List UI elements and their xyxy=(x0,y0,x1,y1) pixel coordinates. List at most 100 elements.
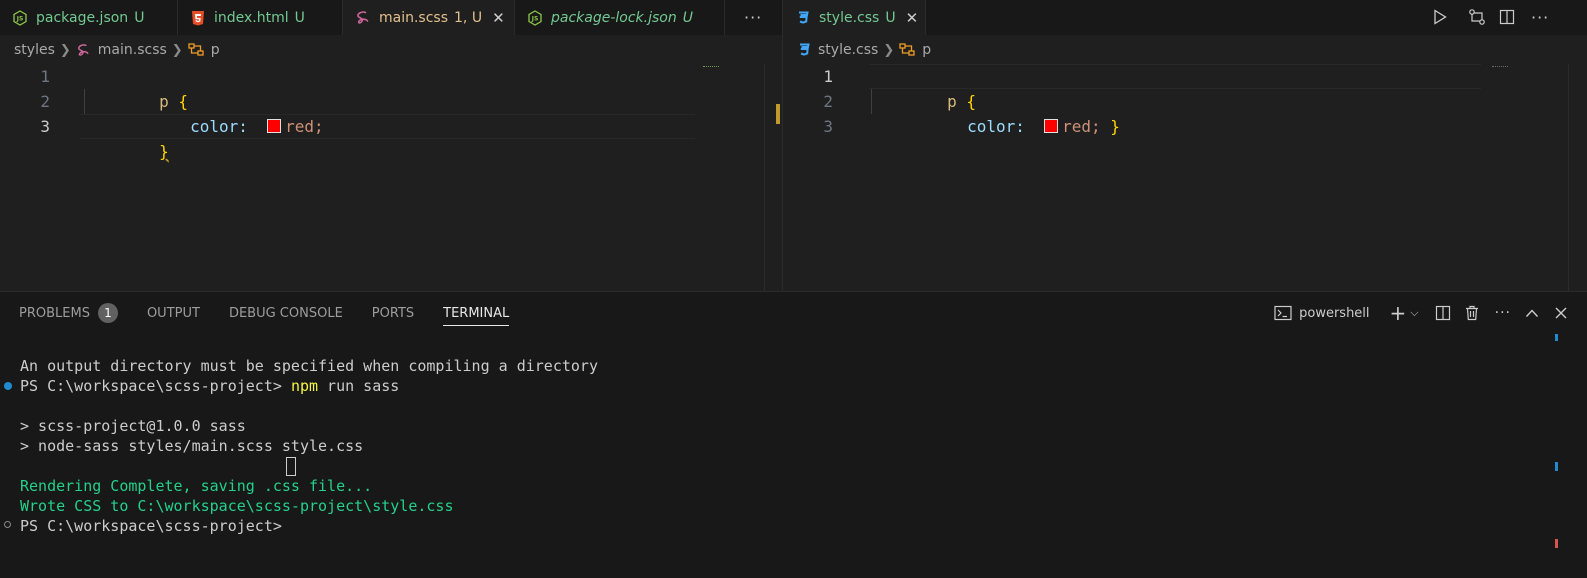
close-icon[interactable]: ✕ xyxy=(492,9,505,27)
editor-scrollbar-track[interactable] xyxy=(1568,64,1569,291)
terminal-line: > node-sass styles/main.scss style.css xyxy=(20,437,364,455)
maximize-panel-icon[interactable] xyxy=(1525,308,1539,318)
breadcrumb-folder[interactable]: styles xyxy=(14,42,55,58)
close-icon[interactable]: ✕ xyxy=(906,9,919,27)
terminal-line: Rendering Complete, saving .css file... xyxy=(20,477,373,495)
tab-style-css[interactable]: style.css U ✕ xyxy=(783,0,926,35)
tab-index-html[interactable]: index.html U xyxy=(178,0,343,35)
breadcrumb: style.css ❯ p xyxy=(783,38,931,62)
breadcrumb-file[interactable]: style.css xyxy=(818,42,878,58)
prompt: PS C:\workspace\scss-project> xyxy=(20,377,291,395)
overview-ruler-mark xyxy=(1555,334,1558,341)
more-actions-button[interactable]: ··· xyxy=(1531,0,1549,35)
tab-label: main.scss xyxy=(379,9,449,26)
tab-terminal[interactable]: TERMINAL xyxy=(443,292,510,334)
overview-ruler-warning xyxy=(776,104,780,124)
breadcrumb: styles ❯ main.scss ❯ p xyxy=(0,38,220,62)
code-editor[interactable]: 1 p { 2 color: red; } 3 xyxy=(783,64,1587,291)
command-name: npm xyxy=(290,377,319,395)
terminal-line: PS C:\workspace\scss-project> xyxy=(20,517,282,535)
git-status-badge: U xyxy=(134,9,145,26)
line-number: 1 xyxy=(823,67,833,86)
symbol-structure-icon xyxy=(188,43,204,57)
svg-text:JS: JS xyxy=(531,15,539,22)
terminal-cursor xyxy=(286,457,296,476)
tab-output[interactable]: OUTPUT xyxy=(147,292,200,334)
git-status-badge: U xyxy=(885,9,896,26)
tab-package-json[interactable]: JS package.json U xyxy=(0,0,178,35)
line-number: 3 xyxy=(40,117,50,136)
line-number: 3 xyxy=(823,117,833,136)
nodejs-icon: JS xyxy=(527,9,543,26)
terminal-shell-name: powershell xyxy=(1299,305,1370,321)
tab-label: OUTPUT xyxy=(146,305,200,321)
breadcrumb-symbol[interactable]: p xyxy=(211,42,220,58)
css3-icon xyxy=(797,42,811,58)
minimap[interactable] xyxy=(703,66,719,69)
command-success-decoration[interactable] xyxy=(4,382,12,390)
problems-count-badge: 1 xyxy=(97,303,118,323)
more-actions-icon[interactable]: ··· xyxy=(1495,305,1511,321)
line-number: 2 xyxy=(40,92,50,111)
tab-debug-console[interactable]: DEBUG CONSOLE xyxy=(229,292,343,334)
overview-ruler-mark xyxy=(1555,539,1558,548)
bottom-panel: PROBLEMS 1 OUTPUT DEBUG CONSOLE PORTS TE… xyxy=(0,291,1587,578)
tab-package-lock-json[interactable]: JS package-lock.json U xyxy=(515,0,725,35)
right-tab-bar: style.css U ✕ ··· xyxy=(783,0,1587,35)
nodejs-icon: JS xyxy=(12,9,28,26)
close-brace: } xyxy=(159,142,169,161)
code-line: 3 } xyxy=(0,114,782,161)
tab-label: package.json xyxy=(36,9,129,26)
tab-label: index.html xyxy=(214,9,289,26)
css3-icon xyxy=(795,10,811,26)
line-number: 2 xyxy=(823,92,833,111)
panel-actions: powershell + ⌵ ··· xyxy=(1274,292,1587,334)
command-pending-decoration[interactable] xyxy=(4,521,11,528)
tab-ports[interactable]: PORTS xyxy=(372,292,414,334)
left-tab-bar: JS package.json U index.html U main.scss… xyxy=(0,0,782,35)
line-number: 1 xyxy=(40,67,50,86)
html5-icon xyxy=(190,10,206,26)
git-status-badge: U xyxy=(294,9,305,26)
tab-label: TERMINAL xyxy=(443,305,510,321)
code-line: 2 color: red; } xyxy=(783,89,1587,136)
trash-icon[interactable] xyxy=(1465,305,1479,321)
chevron-right-icon: ❯ xyxy=(883,42,895,58)
chevron-right-icon: ❯ xyxy=(59,42,71,58)
code-line: 3 xyxy=(783,114,1587,139)
terminal-line: Wrote CSS to C:\workspace\scss-project\s… xyxy=(20,497,454,515)
terminal-line: > scss-project@1.0.0 sass xyxy=(20,417,246,435)
open-changes-icon[interactable] xyxy=(1468,8,1486,26)
split-terminal-icon[interactable] xyxy=(1435,305,1451,321)
chevron-right-icon: ❯ xyxy=(171,42,183,58)
tab-main-scss[interactable]: main.scss 1, U ✕ xyxy=(343,0,515,35)
editor-scrollbar-track[interactable] xyxy=(764,64,765,291)
code-line: 1 p { xyxy=(0,64,782,111)
split-editor-icon[interactable] xyxy=(1499,9,1515,25)
sass-icon xyxy=(355,10,371,26)
tab-label: package-lock.json xyxy=(551,9,677,26)
code-line: 1 p { xyxy=(783,64,1587,111)
run-icon[interactable] xyxy=(1433,9,1447,25)
close-panel-icon[interactable] xyxy=(1555,307,1567,319)
problem-git-badge: 1, U xyxy=(454,9,483,26)
panel-tab-bar: PROBLEMS 1 OUTPUT DEBUG CONSOLE PORTS TE… xyxy=(0,292,519,334)
more-actions-button[interactable]: ··· xyxy=(744,0,762,35)
left-editor-group: JS package.json U index.html U main.scss… xyxy=(0,0,782,291)
right-editor-group: style.css U ✕ ··· style.css ❯ p 1 p {2 … xyxy=(783,0,1587,291)
terminal-output[interactable]: An output directory must be specified wh… xyxy=(0,356,1560,576)
code-editor[interactable]: 1 p { 2 color: red; 3 } xyxy=(0,64,782,291)
svg-text:JS: JS xyxy=(16,15,24,22)
minimap[interactable] xyxy=(1492,66,1508,69)
add-terminal-icon[interactable]: + xyxy=(1390,301,1407,325)
terminal-line: An output directory must be specified wh… xyxy=(20,357,598,375)
sass-icon xyxy=(76,43,91,58)
tab-problems[interactable]: PROBLEMS 1 xyxy=(19,292,118,334)
terminal-profile-selector[interactable]: powershell xyxy=(1274,305,1370,321)
git-status-badge: U xyxy=(682,9,693,26)
tab-label: style.css xyxy=(819,9,880,26)
breadcrumb-symbol[interactable]: p xyxy=(922,42,931,58)
chevron-down-icon[interactable]: ⌵ xyxy=(1410,306,1418,320)
breadcrumb-file[interactable]: main.scss xyxy=(98,42,167,58)
tab-label: PROBLEMS xyxy=(19,305,90,321)
